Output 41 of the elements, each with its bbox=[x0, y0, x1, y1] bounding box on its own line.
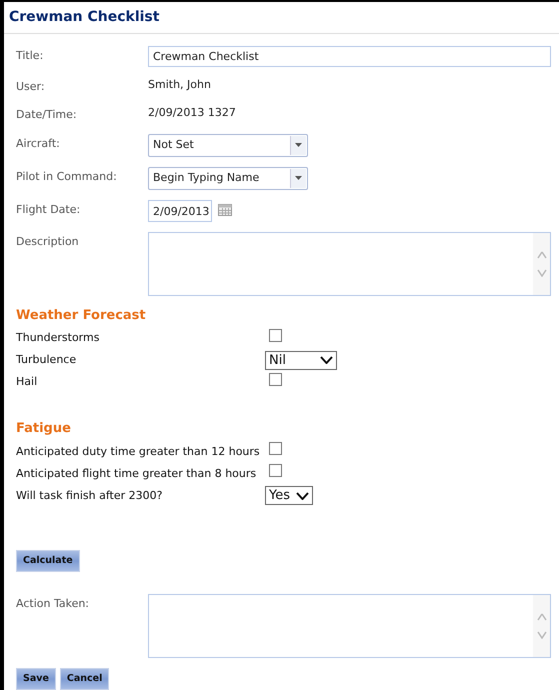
item-label: Anticipated flight time greater than 8 hours bbox=[16, 466, 258, 482]
window-title: Crewman Checklist bbox=[4, 2, 559, 34]
field-label: Aircraft: bbox=[16, 136, 61, 152]
calendar-icon[interactable] bbox=[218, 204, 232, 216]
checkbox[interactable] bbox=[269, 328, 282, 342]
chevron-down-icon bbox=[296, 492, 309, 500]
calculate-button[interactable]: Calculate bbox=[16, 550, 80, 572]
caret-icon bbox=[295, 143, 302, 148]
field-label: Pilot in Command: bbox=[16, 168, 118, 185]
checkbox[interactable] bbox=[269, 442, 282, 456]
combo-box[interactable]: Begin Typing Name bbox=[148, 166, 308, 190]
select-dropdown[interactable]: Nil bbox=[265, 350, 337, 370]
item-label: Anticipated duty time greater than 12 hours bbox=[16, 444, 261, 460]
action-button[interactable]: Save bbox=[16, 668, 56, 690]
field-value: 2/09/2013 1327 bbox=[148, 105, 236, 122]
date-input[interactable]: 2/09/2013 bbox=[148, 200, 212, 222]
combo-box[interactable]: Not Set bbox=[148, 134, 308, 157]
section-heading: Fatigue bbox=[16, 420, 72, 438]
chevron-down-icon bbox=[320, 356, 333, 364]
caret-icon bbox=[295, 176, 302, 180]
section-heading: Weather Forecast bbox=[16, 306, 147, 325]
item-label: Turbulence bbox=[16, 352, 78, 368]
action-button[interactable]: Cancel bbox=[60, 668, 110, 690]
item-label: Hail bbox=[16, 374, 38, 390]
item-label: Will task finish after 2300? bbox=[16, 488, 164, 504]
checkbox[interactable] bbox=[269, 464, 282, 478]
field-label: Date/Time: bbox=[16, 107, 78, 124]
field-label: User: bbox=[16, 78, 46, 95]
field-label: Title: bbox=[16, 48, 44, 64]
item-label: Thunderstorms bbox=[16, 330, 100, 346]
field-label: Action Taken: bbox=[16, 596, 90, 612]
text-input[interactable]: Crewman Checklist bbox=[148, 46, 551, 67]
field-label: Flight Date: bbox=[16, 202, 82, 218]
checkbox[interactable] bbox=[269, 372, 282, 386]
chevron-icon bbox=[536, 630, 546, 639]
chevron-icon bbox=[536, 268, 546, 277]
chevron-icon bbox=[536, 250, 546, 260]
field-label: Description bbox=[16, 234, 80, 250]
select-dropdown[interactable]: Yes bbox=[265, 486, 313, 506]
chevron-icon bbox=[536, 612, 546, 622]
field-value: Smith, John bbox=[148, 76, 211, 93]
